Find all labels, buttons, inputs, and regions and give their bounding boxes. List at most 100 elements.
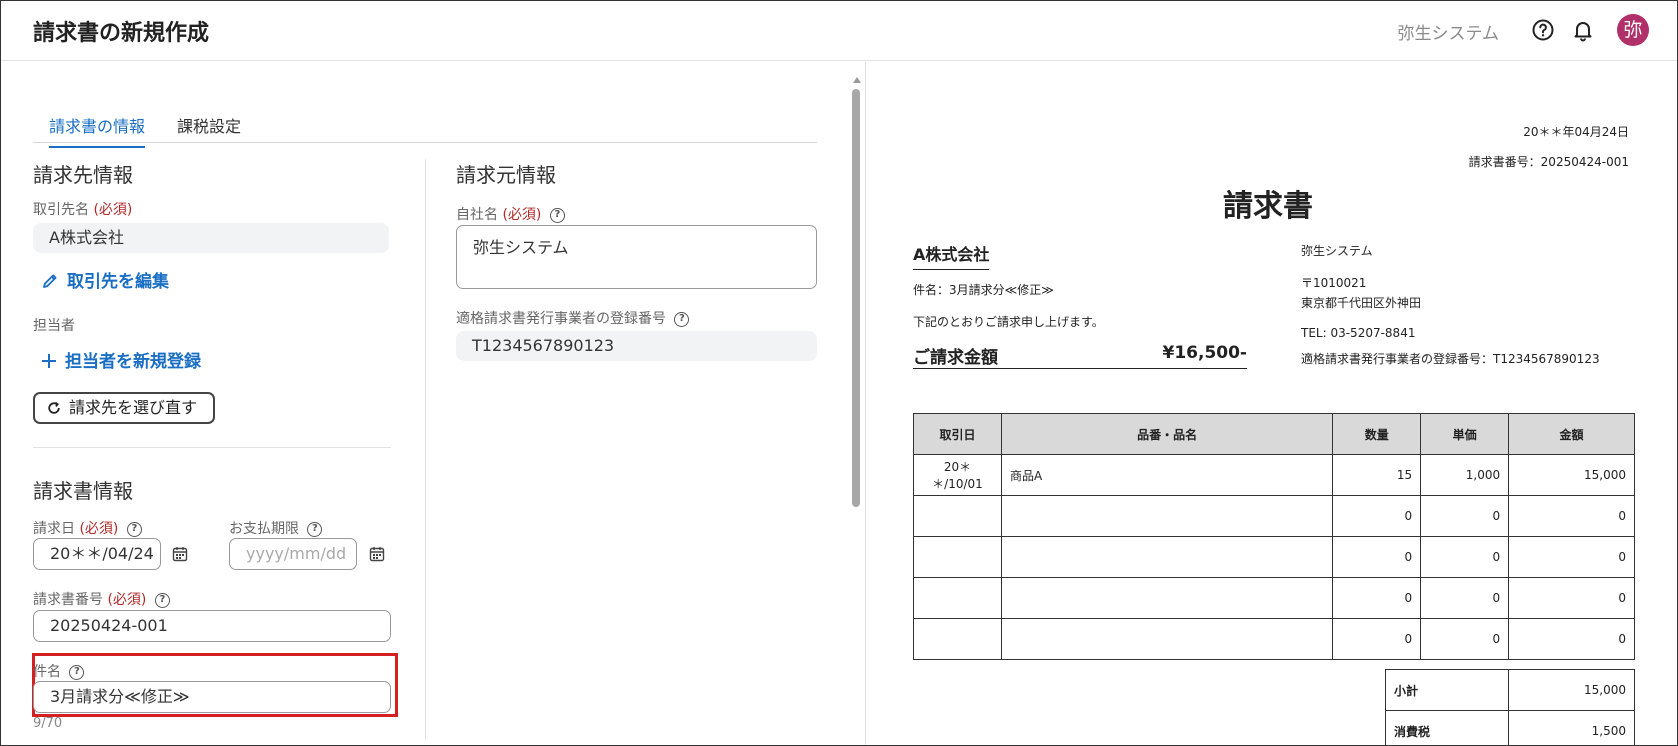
help-icon[interactable]: ? [154,592,170,608]
scroll-thumb[interactable] [852,89,860,507]
subject-char-counter: 9/70 [33,716,63,731]
help-icon[interactable]: ? [307,521,323,537]
table-cell [913,577,1002,619]
table-cell [1000,618,1334,660]
table-header: 単価 [1420,413,1510,455]
invoice-info-title: 請求書情報 [33,479,133,503]
table-cell: 0 [1420,618,1510,660]
add-contact-button[interactable]: 担当者を新規登録 [41,347,201,372]
edit-client-label: 取引先を編集 [67,272,169,292]
help-icon[interactable]: ? [549,207,565,223]
registration-field: T1234567890123 [456,331,817,361]
preview-items-table: 取引日 品番・品名 数量 単価 金額 20＊＊/10/01 商品A 15 1,0… [913,413,1635,660]
contact-label: 担当者 [33,318,75,334]
tab-invoice-info[interactable]: 請求書の情報 [49,113,146,148]
app-window: 請求書の新規作成 弥生システム 弥 請求書の情報 課税設定 請求先情報 取引先名… [0,0,1678,746]
bell-icon[interactable] [1571,18,1595,42]
table-row: 0 0 0 [913,495,1635,537]
table-cell: 0 [1332,495,1422,537]
scroll-up-arrow-icon[interactable] [853,77,861,83]
preview-amount-label: ご請求金額 [913,348,998,368]
app-header: 請求書の新規作成 弥生システム 弥 [1,1,1677,61]
required-marker: (必須) [79,521,119,537]
table-header: 取引日 [913,413,1002,455]
table-cell [1000,536,1334,578]
invoice-date-input[interactable]: 20＊＊/04/24 [33,538,161,570]
preview-subject: 件名：3月請求分≪修正≫ [913,283,1054,297]
table-cell [1000,577,1334,619]
preview-invoice-number: 請求書番号：20250424-001 [1468,155,1629,169]
table-cell: 0 [1508,577,1635,619]
due-date-label-text: お支払期限 [229,521,299,537]
invoice-number-label: 請求書番号 (必須) ? [33,589,170,609]
invoice-date-label: 請求日 (必須) ? [33,518,142,538]
table-cell: 15,000 [1508,454,1635,496]
table-cell: 15 [1332,454,1422,496]
table-cell: 0 [1508,618,1635,660]
calendar-icon[interactable] [172,546,188,562]
table-cell: 0 [1420,577,1510,619]
section-divider [33,447,391,448]
table-row: 0 0 0 [913,618,1635,660]
table-cell: 0 [1508,495,1635,537]
tab-tax-settings[interactable]: 課税設定 [177,113,241,146]
refresh-icon [48,401,60,414]
company-name[interactable]: 弥生システム [1398,19,1500,44]
table-cell: 0 [1420,536,1510,578]
totals-label: 消費税 [1384,710,1510,745]
table-row: 0 0 0 [913,536,1635,578]
help-icon[interactable]: ? [69,664,85,680]
invoice-number-input[interactable]: 20250424-001 [33,610,391,642]
table-cell [913,536,1002,578]
required-marker: (必須) [93,202,133,218]
required-marker: (必須) [107,592,147,608]
own-name-label: 自社名 (必須) ? [456,204,565,224]
registration-label-text: 適格請求書発行事業者の登録番号 [456,311,666,327]
invoice-date-label-text: 請求日 [33,521,75,537]
subject-input[interactable]: 3月請求分≪修正≫ [33,681,391,713]
due-date-placeholder: yyyy/mm/dd [246,544,347,563]
plus-icon [42,354,56,368]
reselect-client-button[interactable]: 請求先を選び直す [33,392,215,424]
table-header: 金額 [1508,413,1635,455]
table-cell: 0 [1332,618,1422,660]
table-cell: 0 [1508,536,1635,578]
client-name-label-text: 取引先名 [33,202,89,218]
table-cell [913,495,1002,537]
tab-bar: 請求書の情報 課税設定 [33,105,817,148]
pencil-icon [43,274,57,288]
subject-label-text: 件名 [33,664,61,680]
table-header: 品番・品名 [1000,413,1334,455]
preview-issuer-address: 東京都千代田区外神田 [1301,296,1422,310]
table-cell [1000,495,1334,537]
calendar-icon[interactable] [369,546,385,562]
own-name-textarea[interactable]: 弥生システム [456,225,817,289]
preview-message: 下記のとおりご請求申し上げます。 [913,315,1104,329]
add-contact-label: 担当者を新規登録 [65,352,201,372]
table-header-row: 取引日 品番・品名 数量 単価 金額 [913,413,1635,455]
required-marker: (必須) [502,207,542,223]
help-icon[interactable]: ? [126,521,142,537]
edit-client-button[interactable]: 取引先を編集 [41,267,169,292]
preview-amount-value: ¥16,500- [1162,343,1248,363]
reselect-client-label: 請求先を選び直す [69,398,198,417]
preview-title: 請求書 [1223,189,1313,224]
table-cell: 0 [1332,536,1422,578]
subject-label: 件名 ? [33,661,85,681]
avatar[interactable]: 弥 [1617,14,1649,46]
help-icon[interactable] [1531,18,1555,42]
table-cell: 1,000 [1420,454,1510,496]
table-cell: 0 [1420,495,1510,537]
preview-issuer-name: 弥生システム [1301,244,1373,258]
table-row: 0 0 0 [913,577,1635,619]
invoice-number-label-text: 請求書番号 [33,592,103,608]
due-date-label: お支払期限 ? [229,518,323,538]
help-icon[interactable]: ? [674,311,690,327]
preview-date: 20＊＊年04月24日 [1523,125,1629,139]
due-date-input[interactable]: yyyy/mm/dd [229,538,357,570]
totals-row: 消費税 1,500 [1384,710,1635,745]
table-cell: 商品A [1000,454,1334,496]
preview-issuer-postal: 〒1010021 [1301,276,1367,290]
client-name-field: A株式会社 [33,223,389,253]
billing-from-title: 請求元情報 [456,163,556,187]
